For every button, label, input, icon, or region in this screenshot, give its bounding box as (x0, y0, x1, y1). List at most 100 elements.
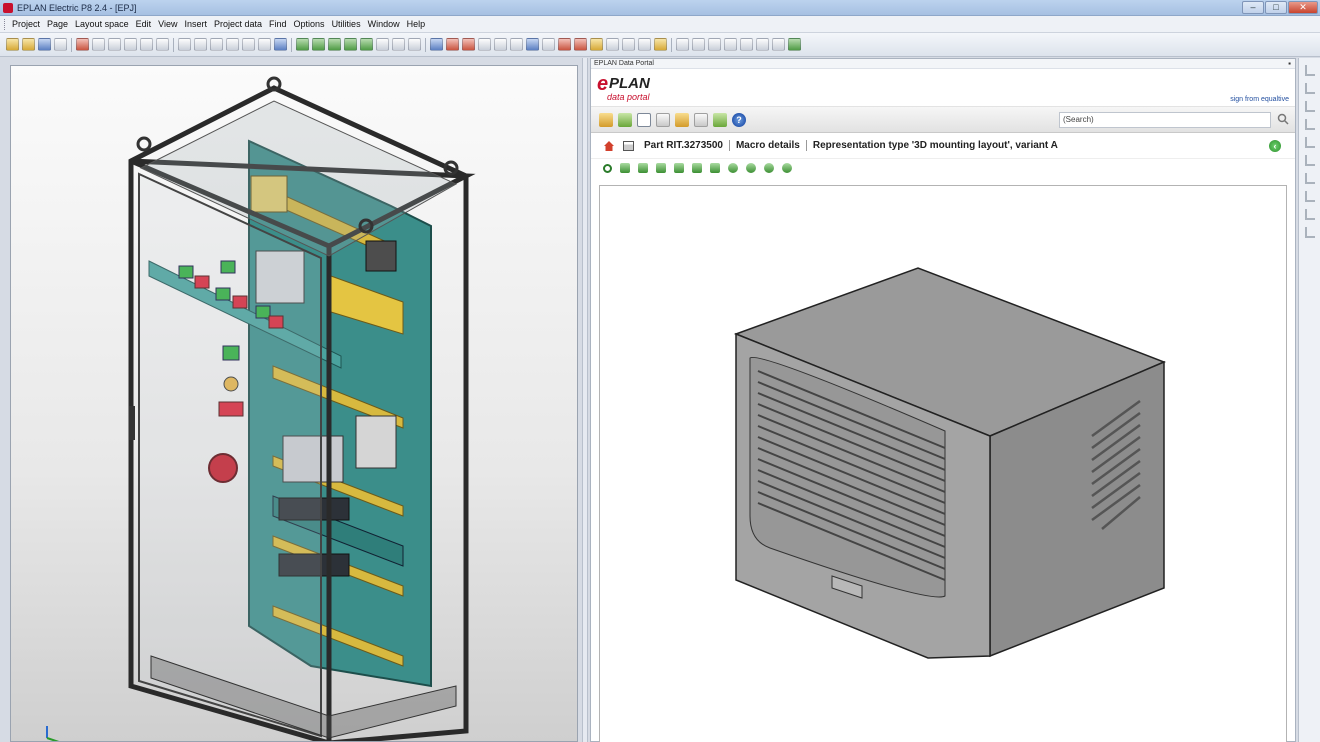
search-icon[interactable] (1277, 113, 1289, 125)
arrow-left-icon[interactable] (392, 38, 405, 51)
panel-dock-icon[interactable] (1304, 209, 1315, 220)
panel-dock-icon[interactable] (1304, 65, 1315, 76)
print-icon[interactable] (54, 38, 67, 51)
panel-dock-icon[interactable] (1304, 101, 1315, 112)
part-3d-viewer[interactable] (599, 185, 1287, 742)
layout-space-3d-view[interactable] (10, 65, 578, 742)
pane-splitter[interactable] (582, 58, 588, 742)
maximize-button[interactable]: □ (1265, 1, 1287, 14)
cut-icon[interactable] (76, 38, 89, 51)
panel-dock-icon[interactable] (1304, 119, 1315, 130)
rotate-view-icon[interactable] (526, 38, 539, 51)
graphic-editor-icon[interactable] (274, 38, 287, 51)
save-icon[interactable] (38, 38, 51, 51)
enclosure-icon[interactable] (462, 38, 475, 51)
zoom-previous-icon[interactable] (376, 38, 389, 51)
open-project-icon[interactable] (22, 38, 35, 51)
search-input[interactable]: (Search) (1059, 112, 1271, 128)
breadcrumb-representation[interactable]: Representation type '3D mounting layout'… (813, 140, 1058, 151)
menu-window[interactable]: Window (368, 19, 400, 29)
zoom-in-icon[interactable] (328, 38, 341, 51)
rotate-right-icon[interactable] (746, 163, 756, 173)
rotate-icon[interactable] (692, 38, 705, 51)
rotate-down-icon[interactable] (782, 163, 792, 173)
rotate-left-icon[interactable] (728, 163, 738, 173)
drilling-icon[interactable] (574, 38, 587, 51)
back-arrow-icon[interactable]: ‹ (1269, 140, 1281, 152)
menu-page[interactable]: Page (47, 19, 68, 29)
close-button[interactable]: ✕ (1288, 1, 1318, 14)
table-icon[interactable] (542, 38, 555, 51)
filter-icon[interactable] (656, 112, 670, 127)
zoom-out-icon[interactable] (344, 38, 357, 51)
macro-icon[interactable] (654, 38, 667, 51)
view-front-icon[interactable] (620, 163, 630, 173)
panel-dock-icon[interactable] (1304, 173, 1315, 184)
panel-dock-icon[interactable] (1304, 227, 1315, 238)
panel-dock-icon[interactable] (1304, 191, 1315, 202)
part-details-icon[interactable] (623, 140, 634, 151)
menu-project[interactable]: Project (12, 19, 40, 29)
measure-icon[interactable] (638, 38, 651, 51)
align-icon[interactable] (606, 38, 619, 51)
details-view-icon[interactable] (637, 112, 651, 127)
redo-icon[interactable] (156, 38, 169, 51)
rotate-up-icon[interactable] (764, 163, 774, 173)
menu-layout-space[interactable]: Layout space (75, 19, 129, 29)
menu-project-data[interactable]: Project data (214, 19, 262, 29)
page-next-icon[interactable] (210, 38, 223, 51)
menu-find[interactable]: Find (269, 19, 287, 29)
page-prev-icon[interactable] (194, 38, 207, 51)
cut-out-icon[interactable] (558, 38, 571, 51)
paste-icon[interactable] (108, 38, 121, 51)
undo-icon[interactable] (140, 38, 153, 51)
panel-dock-icon[interactable] (1304, 137, 1315, 148)
panel-dock-icon[interactable] (1304, 83, 1315, 94)
configure-icon[interactable] (713, 112, 727, 127)
page-close-icon[interactable] (242, 38, 255, 51)
rail-icon[interactable] (478, 38, 491, 51)
menu-view[interactable]: View (158, 19, 177, 29)
page-list-icon[interactable] (258, 38, 271, 51)
stretch-icon[interactable] (724, 38, 737, 51)
page-icon[interactable] (178, 38, 191, 51)
minimize-button[interactable]: – (1242, 1, 1264, 14)
zoom-icon[interactable] (603, 163, 612, 173)
zoom-refresh-icon[interactable] (296, 38, 309, 51)
folder-icon[interactable] (599, 112, 613, 127)
home-icon[interactable] (603, 140, 615, 152)
move-icon[interactable] (676, 38, 689, 51)
breadcrumb-macro[interactable]: Macro details (736, 140, 800, 151)
view-3d-icon[interactable] (430, 38, 443, 51)
favorites-icon[interactable] (618, 112, 632, 127)
portal-close-icon[interactable]: ▪ (1288, 59, 1291, 69)
delete-icon[interactable] (124, 38, 137, 51)
mirror-icon[interactable] (708, 38, 721, 51)
menu-edit[interactable]: Edit (136, 19, 152, 29)
login-link[interactable]: sign from equaltive (1230, 96, 1289, 103)
help-icon[interactable]: ? (732, 112, 746, 127)
breadcrumb-part[interactable]: Part RIT.3273500 (644, 140, 723, 151)
snap-icon[interactable] (772, 38, 785, 51)
new-project-icon[interactable] (6, 38, 19, 51)
page-open-icon[interactable] (226, 38, 239, 51)
copy-icon[interactable] (92, 38, 105, 51)
menu-help[interactable]: Help (407, 19, 426, 29)
panel-dock-icon[interactable] (1304, 155, 1315, 166)
zoom-all-icon[interactable] (360, 38, 373, 51)
mounting-panel-icon[interactable] (446, 38, 459, 51)
menu-insert[interactable]: Insert (184, 19, 207, 29)
arrow-right-icon[interactable] (408, 38, 421, 51)
grid-icon[interactable] (510, 38, 523, 51)
view-bottom-icon[interactable] (710, 163, 720, 173)
view-back-icon[interactable] (692, 163, 702, 173)
zoom-window-icon[interactable] (312, 38, 325, 51)
trim-icon[interactable] (756, 38, 769, 51)
menu-utilities[interactable]: Utilities (332, 19, 361, 29)
scale-icon[interactable] (740, 38, 753, 51)
data-portal-icon[interactable] (788, 38, 801, 51)
cart-icon[interactable] (694, 112, 708, 127)
distribute-icon[interactable] (622, 38, 635, 51)
menu-options[interactable]: Options (294, 19, 325, 29)
download-icon[interactable] (675, 112, 689, 127)
